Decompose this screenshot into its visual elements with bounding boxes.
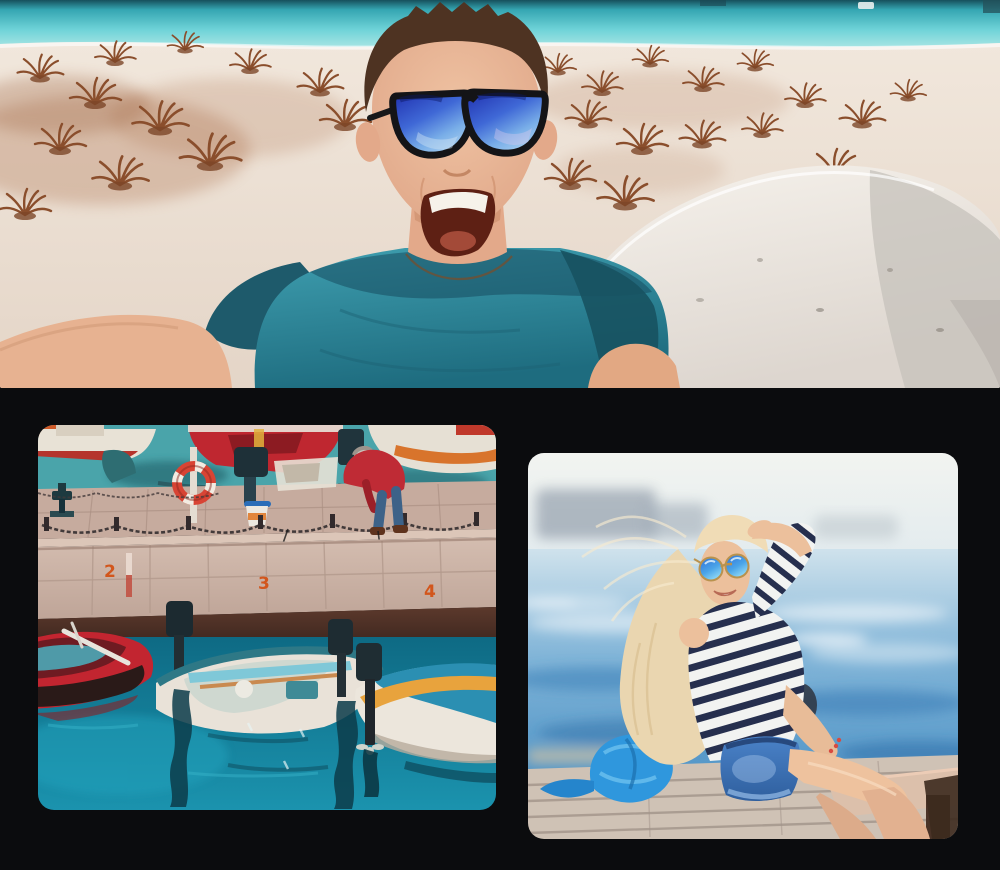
- photo-harbor-boats: 2 3 4: [38, 425, 496, 810]
- photo-collage: 2 3 4: [0, 0, 1000, 870]
- harbor-art: 2 3 4: [38, 425, 496, 810]
- blurred-buildings: [536, 489, 656, 539]
- bare-shoulder: [679, 618, 709, 648]
- berth-number: 3: [258, 574, 270, 594]
- berth-number: 2: [104, 562, 116, 582]
- lifering-pole: [190, 447, 197, 523]
- photo-beach-selfie: [0, 0, 1000, 388]
- outboard-on-deck: [234, 447, 268, 477]
- pier-deck: [38, 481, 496, 547]
- photo-woman-dock: [528, 453, 958, 839]
- pier-stone-face: 2 3 4: [38, 537, 496, 619]
- beach-selfie-art: [0, 0, 1000, 388]
- berth-number: 4: [424, 582, 436, 602]
- woman-dock-art: [528, 453, 958, 839]
